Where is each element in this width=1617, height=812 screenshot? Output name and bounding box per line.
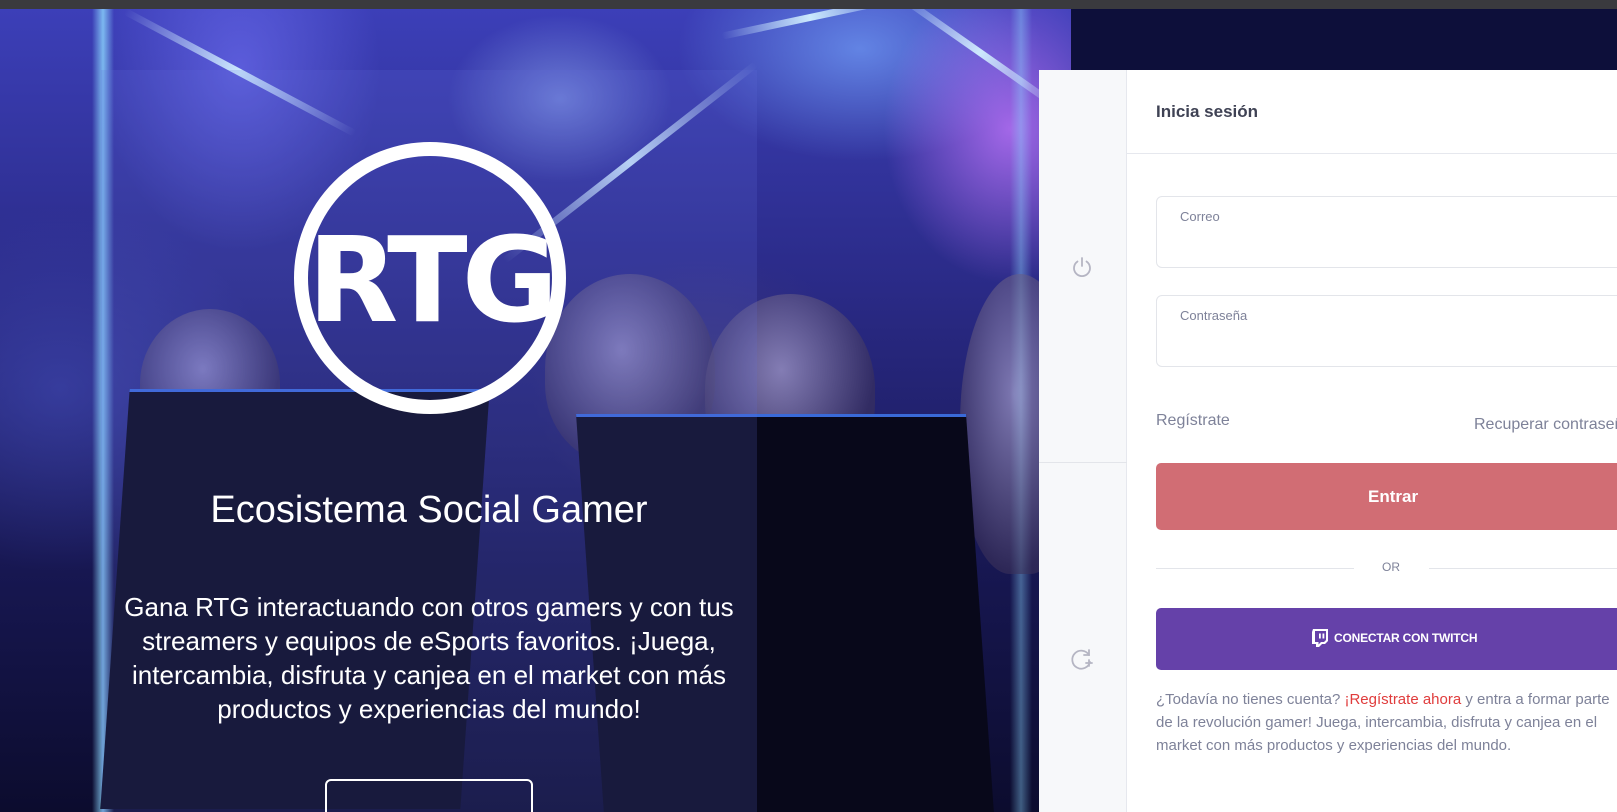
email-label: Correo (1180, 209, 1220, 224)
logo-text: RTG (307, 211, 559, 349)
register-link[interactable]: Regístrate (1156, 412, 1230, 430)
password-input[interactable] (1179, 330, 1617, 356)
password-field[interactable]: Contraseña (1156, 295, 1617, 367)
login-panel: Inicia sesión Correo Contraseña Regístra… (1127, 70, 1617, 812)
email-input[interactable] (1179, 231, 1617, 257)
twitch-icon (1312, 629, 1328, 647)
signup-prompt: ¿Todavía no tienes cuenta? ¡Regístrate a… (1156, 688, 1617, 757)
signup-link[interactable]: ¡Regístrate ahora (1344, 691, 1461, 708)
hero-title: Ecosistema Social Gamer (210, 489, 648, 531)
login-submit-button[interactable]: Entrar (1156, 463, 1617, 530)
browser-top-bar (0, 0, 1617, 9)
hero-description: Gana RTG interactuando con otros gamers … (124, 592, 734, 724)
rail-divider (1039, 462, 1127, 463)
twitch-connect-button[interactable]: CONECTAR CON TWITCH (1156, 608, 1617, 670)
login-title: Inicia sesión (1156, 102, 1259, 121)
login-header: Inicia sesión (1127, 70, 1617, 154)
login-submit-label: Entrar (1368, 487, 1419, 506)
signup-prefix: ¿Todavía no tienes cuenta? (1156, 691, 1345, 708)
email-field[interactable]: Correo (1156, 196, 1617, 268)
rtg-logo: RTG (294, 142, 566, 414)
twitch-button-label: CONECTAR CON TWITCH (1334, 630, 1478, 645)
side-rail (1039, 70, 1127, 812)
refresh-icon[interactable] (1069, 646, 1095, 672)
or-divider-left (1156, 568, 1354, 569)
or-divider-right (1429, 568, 1617, 569)
hero-cta-button[interactable] (325, 779, 533, 812)
power-icon[interactable] (1069, 254, 1095, 280)
or-divider-text: OR (1382, 560, 1400, 574)
password-label: Contraseña (1180, 308, 1248, 323)
recover-password-link[interactable]: Recuperar contraseña (1474, 416, 1617, 434)
